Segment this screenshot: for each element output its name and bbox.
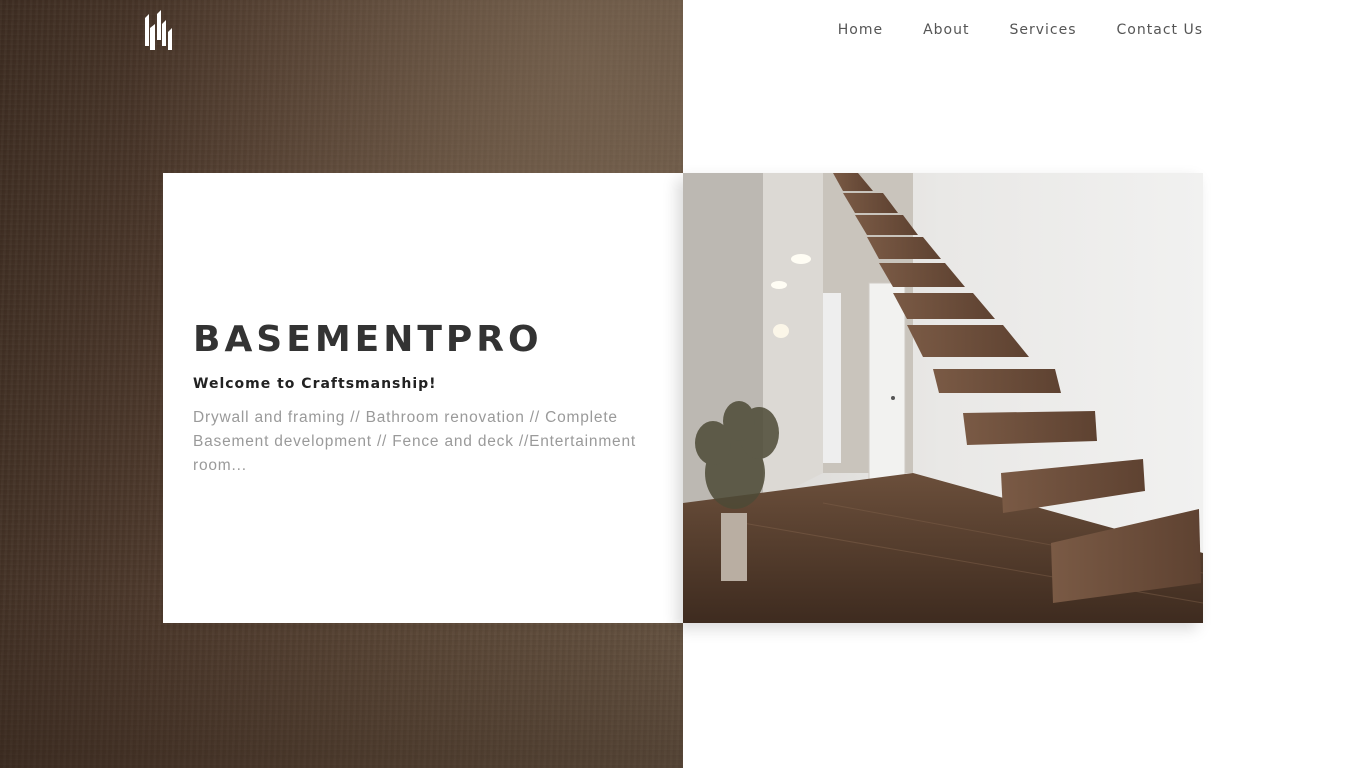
hero-subtitle: Welcome to Craftsmanship! <box>193 376 437 392</box>
staircase-image <box>683 173 1203 623</box>
nav-home[interactable]: Home <box>838 20 883 40</box>
page: Home About Services Contact Us BASEMENTP… <box>0 0 1366 768</box>
nav-contact-us[interactable]: Contact Us <box>1117 20 1203 40</box>
bars-logo-icon[interactable] <box>143 10 175 52</box>
hero-title: BASEMENTPRO <box>193 319 543 360</box>
main-nav: Home About Services Contact Us <box>838 20 1203 40</box>
hero-services-text: Drywall and framing // Bathroom renovati… <box>193 409 636 474</box>
nav-about[interactable]: About <box>923 20 969 40</box>
nav-services[interactable]: Services <box>1009 20 1076 40</box>
hero-card: BASEMENTPRO Welcome to Craftsmanship! Dr… <box>163 173 683 623</box>
